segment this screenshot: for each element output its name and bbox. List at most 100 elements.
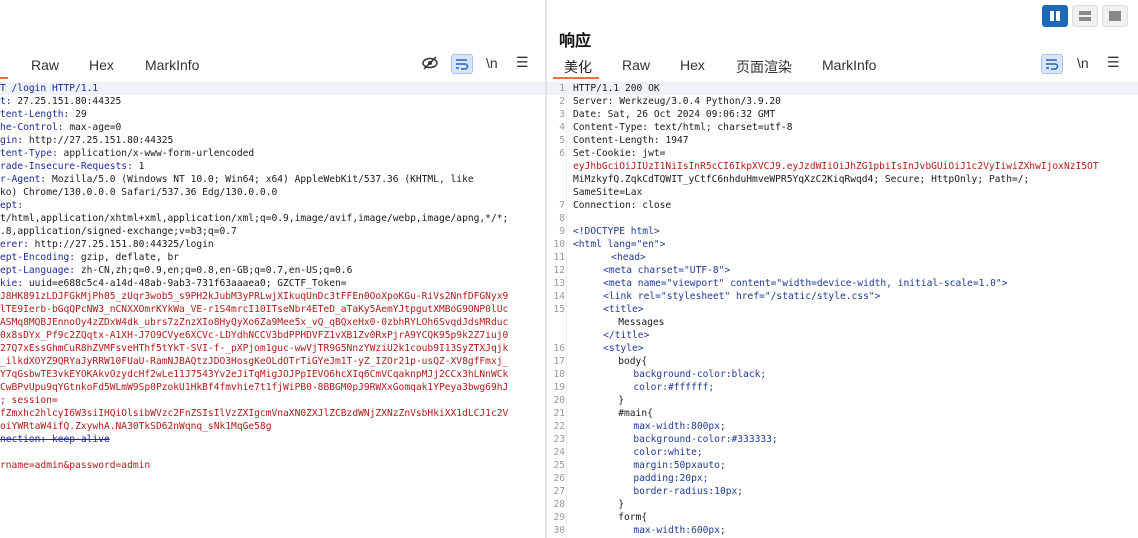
code-text: <meta charset="UTF-8"> <box>603 265 731 276</box>
line-number: 16 <box>553 343 565 354</box>
tab-raw[interactable]: Raw <box>622 57 650 73</box>
header-key: nection: <box>0 434 52 445</box>
code-text: ASMq8MQBJEnnoOy4zZDxW4dk_ubrs7zZnzXIo8Hy… <box>0 316 508 329</box>
code-line: erer: http://27.25.151.80:44325/login <box>0 238 545 251</box>
code-line: T /login HTTP/1.1 <box>0 82 545 95</box>
line-number: 29 <box>553 512 565 523</box>
code-line: 4 Content-Type: text/html; charset=utf-8 <box>547 121 1138 134</box>
active-tab-indicator <box>0 77 8 79</box>
split-vertical-icon[interactable] <box>1042 5 1068 27</box>
line-number: 21 <box>553 408 565 419</box>
code-line: 27Q7xEssGhmCuR8hZVMFsveHThf5tYkT-SVI-f-_… <box>0 342 545 355</box>
header-value: lTE9Ierb-bGqQPcNW3_nCNXXOmrKYkWa_VE-r1S4… <box>0 304 509 315</box>
code-text: padding:20px; <box>633 473 709 484</box>
line-number: 5 <box>559 135 565 146</box>
line-number: 1 <box>559 83 565 94</box>
line-number: 22 <box>553 421 565 432</box>
header-value: fZmxhc2hlcyI6W3siIHQiOlsibWVzc2FnZSIsIlV… <box>0 408 509 419</box>
code-line: Messages <box>547 316 1138 329</box>
tab-raw[interactable]: Raw <box>31 57 59 73</box>
line-number: 18 <box>553 369 565 380</box>
code-line: nection: keep-alive <box>0 433 545 446</box>
code-line: 27 border-radius:10px; <box>547 485 1138 498</box>
tab-beautify[interactable]: 美化 <box>564 57 592 77</box>
code-text: tent-Type: application/x-www-form-urlenc… <box>0 147 254 160</box>
menu-icon[interactable]: ☰ <box>516 54 529 71</box>
code-line: 15 <title> <box>547 303 1138 316</box>
code-text: CwBPvUpu9qYGtnkoFd5WLmW9Sp0PzokU1HkBf4fm… <box>0 381 508 394</box>
code-text: ept-Language: zh-CN,zh;q=0.9,en;q=0.8,en… <box>0 264 352 277</box>
code-line: 10 <html lang="en"> <box>547 238 1138 251</box>
tab-markinfo[interactable]: MarkInfo <box>145 57 199 73</box>
newline-toggle[interactable]: \n <box>1077 55 1089 71</box>
tab-hex[interactable]: Hex <box>89 57 114 73</box>
active-tab-indicator <box>553 77 599 79</box>
code-text: he-Control: max-age=0 <box>0 121 121 134</box>
code-line: 22 max-width:800px; <box>547 420 1138 433</box>
code-line: 19 color:#ffffff; <box>547 381 1138 394</box>
header-value: application/x-www-form-urlencoded <box>63 148 255 159</box>
code-text: </title> <box>603 330 650 341</box>
code-text: 27Q7xEssGhmCuR8hZVMFsveHThf5tYkT-SVI-f-_… <box>0 342 508 355</box>
code-line: kie: uuid=e688c5c4-a14d-48ab-9ab3-731f63… <box>0 277 545 290</box>
header-key: he-Control: <box>0 122 70 133</box>
code-text: <html lang="en"> <box>573 239 666 250</box>
single-view-icon[interactable] <box>1102 5 1128 27</box>
code-text: <meta name="viewport" content="width=dev… <box>603 278 1008 289</box>
line-number: 9 <box>559 226 565 237</box>
newline-toggle[interactable]: \n <box>486 55 498 71</box>
split-horizontal-icon[interactable] <box>1072 5 1098 27</box>
request-editor[interactable]: T /login HTTP/1.1 t: 27.25.151.80:44325 te… <box>0 80 545 538</box>
code-text: <head> <box>588 252 646 263</box>
menu-icon[interactable]: ☰ <box>1107 54 1120 71</box>
header-value: .8,application/signed-exchange;v=b3;q=0.… <box>0 226 237 237</box>
code-text: HTTP/1.1 200 OK <box>573 83 660 94</box>
code-line: CwBPvUpu9qYGtnkoFd5WLmW9Sp0PzokU1HkBf4fm… <box>0 381 545 394</box>
panel-title: 响应 <box>559 33 592 50</box>
header-key: kie: <box>0 278 29 289</box>
code-line: J8HK891zLDJFGkMjPh05_zUqr3wob5_s9PH2kJub… <box>0 290 545 303</box>
wrap-icon[interactable] <box>451 54 473 74</box>
header-value: ; session= <box>0 395 58 406</box>
tab-render[interactable]: 页面渲染 <box>736 57 792 77</box>
header-value: t/html,application/xhtml+xml,application… <box>0 213 509 224</box>
code-line: ASMq8MQBJEnnoOy4zZDxW4dk_ubrs7zZnzXIo8Hy… <box>0 316 545 329</box>
code-text: margin:50pxauto; <box>633 460 726 471</box>
code-text: SameSite=Lax <box>573 187 643 198</box>
response-editor[interactable]: 1 HTTP/1.1 200 OK 2 Server: Werkzeug/3.0.4 … <box>547 80 1138 538</box>
code-text: gin: http://27.25.151.80:44325 <box>0 134 173 147</box>
code-text: color:white; <box>633 447 703 458</box>
code-text: Set-Cookie: jwt= <box>573 148 666 159</box>
code-text: color:#ffffff; <box>633 382 715 393</box>
code-line: Y7qGsbwTE3vkEYOKAkvOzydcHf2wLe11J7543Yv2… <box>0 368 545 381</box>
code-line: ko) Chrome/130.0.0.0 Safari/537.36 Edg/1… <box>0 186 545 199</box>
hide-icon[interactable] <box>421 54 439 75</box>
code-text: border-radius:10px; <box>633 486 744 497</box>
wrap-icon[interactable] <box>1041 54 1063 74</box>
tab-markinfo[interactable]: MarkInfo <box>822 57 876 73</box>
header-key: ept-Encoding: <box>0 252 81 263</box>
header-value: ko) Chrome/130.0.0.0 Safari/537.36 Edg/1… <box>0 187 278 198</box>
header-value: Y7qGsbwTE3vkEYOKAkvOzydcHf2wLe11J7543Yv2… <box>0 369 509 380</box>
header-value: 1 <box>138 161 145 172</box>
code-line: tent-Length: 29 <box>0 108 545 121</box>
code-text: Content-Type: text/html; charset=utf-8 <box>573 122 793 133</box>
header-value: max-age=0 <box>69 122 122 133</box>
code-line: MiMzkyfQ.ZqkCdTQWIT_yCtfC6nhduHmveWPR5Yq… <box>547 173 1138 186</box>
line-number: 13 <box>553 278 565 289</box>
code-line: tent-Type: application/x-www-form-urlenc… <box>0 147 545 160</box>
code-text: } <box>618 395 625 406</box>
header-value: oiYWRtaW4ifQ.ZxywhA.NA30TkSD62nWqnq_sNk1… <box>0 421 272 432</box>
tab-hex[interactable]: Hex <box>680 57 705 73</box>
code-text: fZmxhc2hlcyI6W3siIHQiOlsibWVzc2FnZSIsIlV… <box>0 407 508 420</box>
code-text: ept-Encoding: gzip, deflate, br <box>0 251 179 264</box>
code-line: rname=admin&password=admin <box>0 459 545 472</box>
code-line: 18 background-color:black; <box>547 368 1138 381</box>
code-text: rade-Insecure-Requests: 1 <box>0 160 144 173</box>
line-number: 19 <box>553 382 565 393</box>
header-key: T /login HTTP/1.1 <box>0 83 99 94</box>
code-line: 20} <box>547 394 1138 407</box>
code-text: background-color:black; <box>633 369 767 380</box>
line-number: 12 <box>553 265 565 276</box>
